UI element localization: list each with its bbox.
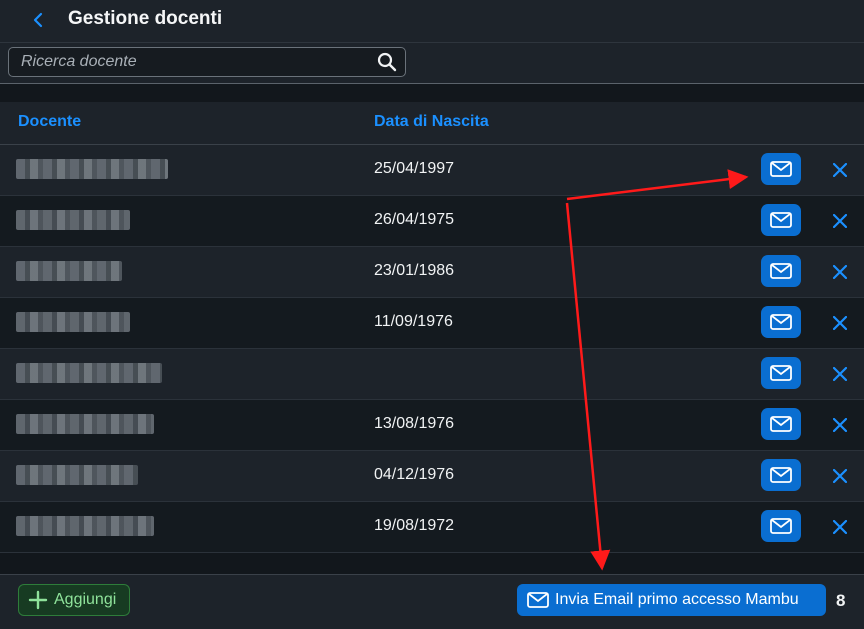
send-email-button[interactable] [761, 204, 801, 236]
search-toolbar [0, 43, 864, 84]
send-email-button[interactable] [761, 408, 801, 440]
close-icon [833, 520, 847, 534]
birth-date: 23/01/1986 [374, 262, 455, 279]
back-button[interactable] [28, 6, 50, 34]
search-icon [377, 52, 397, 72]
close-icon [833, 367, 847, 381]
add-button-label: Aggiungi [54, 591, 117, 608]
mail-icon [770, 263, 792, 279]
birth-date: 04/12/1976 [374, 466, 455, 483]
table-row[interactable]: 11/09/1976 [0, 298, 864, 349]
redacted-teacher-name [16, 312, 130, 332]
birth-date: 11/09/1976 [374, 313, 453, 330]
table-header: Docente Data di Nascita [0, 102, 864, 145]
birth-date: 25/04/1997 [374, 160, 455, 177]
chevron-left-icon [33, 12, 43, 28]
birth-date: 19/08/1972 [374, 517, 455, 534]
redacted-teacher-name [16, 363, 162, 383]
close-icon [833, 316, 847, 330]
table-row[interactable]: 04/12/1976 [0, 451, 864, 502]
birth-date: 26/04/1975 [374, 211, 455, 228]
table-row[interactable]: 25/04/1997 [0, 145, 864, 196]
remove-button[interactable] [828, 311, 852, 335]
mail-icon [770, 314, 792, 330]
table-row[interactable]: 19/08/1972 [0, 502, 864, 553]
remove-button[interactable] [828, 515, 852, 539]
plus-icon [28, 590, 48, 610]
add-button[interactable]: Aggiungi [18, 584, 130, 616]
redacted-teacher-name [16, 159, 168, 179]
column-header-docente[interactable]: Docente [18, 113, 81, 131]
teacher-table-body: 25/04/1997 26/04/1975 23/01/1986 11/09/1… [0, 145, 864, 553]
close-icon [833, 469, 847, 483]
mail-icon [770, 467, 792, 483]
send-email-button[interactable] [761, 306, 801, 338]
table-row[interactable] [0, 349, 864, 400]
redacted-teacher-name [16, 516, 154, 536]
send-first-access-email-button[interactable]: Invia Email primo accesso Mambu [517, 584, 826, 616]
mail-icon [770, 518, 792, 534]
redacted-teacher-name [16, 261, 122, 281]
search-input[interactable] [9, 48, 369, 76]
send-email-button[interactable] [761, 255, 801, 287]
redacted-teacher-name [16, 210, 130, 230]
close-icon [833, 265, 847, 279]
table-row[interactable]: 26/04/1975 [0, 196, 864, 247]
remove-button[interactable] [828, 260, 852, 284]
close-icon [833, 214, 847, 228]
send-button-label: Invia Email primo accesso Mambu [555, 591, 799, 608]
remove-button[interactable] [828, 413, 852, 437]
table-row[interactable]: 13/08/1976 [0, 400, 864, 451]
search-field [8, 47, 406, 77]
send-email-button[interactable] [761, 459, 801, 491]
redacted-teacher-name [16, 414, 154, 434]
page-title: Gestione docenti [68, 8, 223, 29]
remove-button[interactable] [828, 158, 852, 182]
redacted-teacher-name [16, 465, 138, 485]
page-header: Gestione docenti [0, 0, 864, 43]
mail-icon [527, 592, 549, 608]
birth-date: 13/08/1976 [374, 415, 455, 432]
send-email-button[interactable] [761, 357, 801, 389]
mail-icon [770, 212, 792, 228]
footer-toolbar: Aggiungi Invia Email primo accesso Mambu… [0, 574, 864, 629]
mail-icon [770, 416, 792, 432]
column-header-data-nascita[interactable]: Data di Nascita [374, 113, 489, 131]
remove-button[interactable] [828, 209, 852, 233]
remove-button[interactable] [828, 362, 852, 386]
search-button[interactable] [375, 51, 399, 73]
close-icon [833, 418, 847, 432]
mail-icon [770, 161, 792, 177]
table-row[interactable]: 23/01/1986 [0, 247, 864, 298]
send-email-button[interactable] [761, 153, 801, 185]
close-icon [833, 163, 847, 177]
mail-icon [770, 365, 792, 381]
selection-count: 8 [836, 591, 846, 610]
remove-button[interactable] [828, 464, 852, 488]
send-email-button[interactable] [761, 510, 801, 542]
